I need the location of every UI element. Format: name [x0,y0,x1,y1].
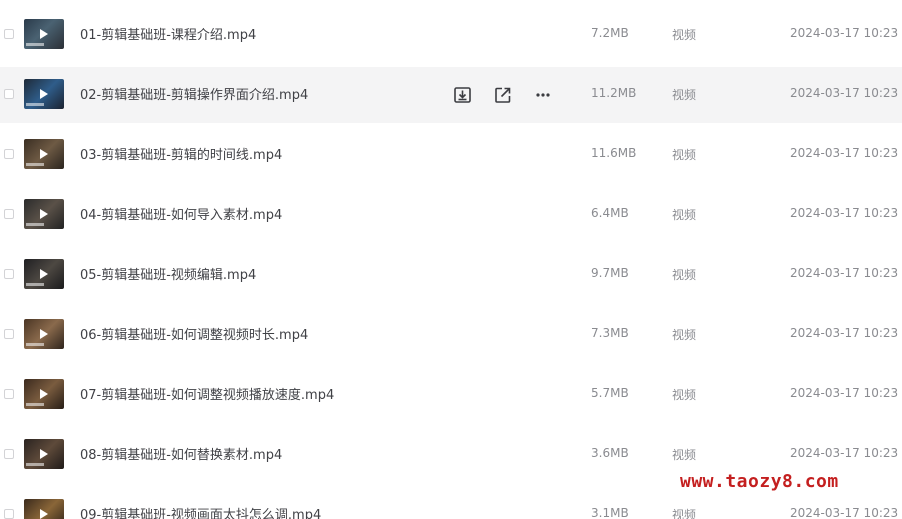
video-thumbnail[interactable] [24,439,64,469]
row-checkbox[interactable] [4,209,14,219]
file-type: 视频 [672,88,697,102]
play-icon [40,149,48,159]
thumbnail-caption-bar [26,283,44,286]
file-row[interactable]: 04-剪辑基础班-如何导入素材.mp4 6.4MB 视频 2024-03-17 … [0,187,902,243]
file-name[interactable]: 04-剪辑基础班-如何导入素材.mp4 [80,204,282,223]
thumbnail-caption-bar [26,103,44,106]
file-name[interactable]: 07-剪辑基础班-如何调整视频播放速度.mp4 [80,384,334,403]
video-thumbnail[interactable] [24,79,64,109]
video-thumbnail[interactable] [24,19,64,49]
row-checkbox[interactable] [4,149,14,159]
row-checkbox[interactable] [4,449,14,459]
video-thumbnail[interactable] [24,259,64,289]
file-type: 视频 [672,448,697,462]
play-icon [40,209,48,219]
thumbnail-caption-bar [26,43,44,46]
file-name[interactable]: 06-剪辑基础班-如何调整视频时长.mp4 [80,324,308,343]
file-size: 3.6MB [591,446,629,460]
file-row[interactable]: 02-剪辑基础班-剪辑操作界面介绍.mp4 11.2MB 视频 2024-03-… [0,67,902,123]
thumbnail-caption-bar [26,163,44,166]
file-size: 6.4MB [591,206,629,220]
video-thumbnail[interactable] [24,379,64,409]
file-modified-time: 2024-03-17 10:23 [790,386,899,400]
video-thumbnail[interactable] [24,499,64,519]
file-modified-time: 2024-03-17 10:23 [790,266,899,280]
video-thumbnail[interactable] [24,139,64,169]
file-size: 7.2MB [591,26,629,40]
file-row[interactable]: 06-剪辑基础班-如何调整视频时长.mp4 7.3MB 视频 2024-03-1… [0,307,902,363]
row-checkbox[interactable] [4,269,14,279]
share-icon[interactable] [493,85,513,105]
file-row[interactable]: 05-剪辑基础班-视频编辑.mp4 9.7MB 视频 2024-03-17 10… [0,247,902,303]
file-size: 7.3MB [591,326,629,340]
file-type: 视频 [672,208,697,222]
file-modified-time: 2024-03-17 10:23 [790,146,899,160]
play-icon [40,329,48,339]
download-icon[interactable] [453,85,473,105]
file-modified-time: 2024-03-17 10:23 [790,506,899,519]
file-size: 9.7MB [591,266,629,280]
video-thumbnail[interactable] [24,319,64,349]
file-size: 3.1MB [591,506,629,519]
file-row[interactable]: 07-剪辑基础班-如何调整视频播放速度.mp4 5.7MB 视频 2024-03… [0,367,902,423]
play-icon [40,89,48,99]
row-checkbox[interactable] [4,89,14,99]
row-checkbox[interactable] [4,389,14,399]
play-icon [40,509,48,519]
file-modified-time: 2024-03-17 10:23 [790,326,899,340]
thumbnail-caption-bar [26,403,44,406]
file-modified-time: 2024-03-17 10:23 [790,26,899,40]
file-name[interactable]: 09-剪辑基础班-视频画面太抖怎么调.mp4 [80,504,321,519]
thumbnail-caption-bar [26,463,44,466]
file-type: 视频 [672,328,697,342]
file-modified-time: 2024-03-17 10:23 [790,86,899,100]
row-checkbox[interactable] [4,509,14,519]
file-type: 视频 [672,268,697,282]
file-type: 视频 [672,508,697,519]
file-size: 11.2MB [591,86,637,100]
file-row[interactable]: 03-剪辑基础班-剪辑的时间线.mp4 11.6MB 视频 2024-03-17… [0,127,902,183]
play-icon [40,29,48,39]
file-row[interactable]: 01-剪辑基础班-课程介绍.mp4 7.2MB 视频 2024-03-17 10… [0,7,902,63]
file-type: 视频 [672,28,697,42]
file-name[interactable]: 03-剪辑基础班-剪辑的时间线.mp4 [80,144,282,163]
file-name[interactable]: 05-剪辑基础班-视频编辑.mp4 [80,264,256,283]
row-checkbox[interactable] [4,329,14,339]
row-checkbox[interactable] [4,29,14,39]
file-modified-time: 2024-03-17 10:23 [790,446,899,460]
video-thumbnail[interactable] [24,199,64,229]
thumbnail-caption-bar [26,223,44,226]
file-name[interactable]: 08-剪辑基础班-如何替换素材.mp4 [80,444,282,463]
file-size: 11.6MB [591,146,637,160]
play-icon [40,269,48,279]
play-icon [40,389,48,399]
watermark: www.taozy8.com [680,471,839,492]
file-size: 5.7MB [591,386,629,400]
file-type: 视频 [672,388,697,402]
file-name[interactable]: 01-剪辑基础班-课程介绍.mp4 [80,24,256,43]
file-list: 01-剪辑基础班-课程介绍.mp4 7.2MB 视频 2024-03-17 10… [0,0,902,519]
more-icon[interactable] [533,85,553,105]
thumbnail-caption-bar [26,343,44,346]
play-icon [40,449,48,459]
file-name[interactable]: 02-剪辑基础班-剪辑操作界面介绍.mp4 [80,84,308,103]
file-type: 视频 [672,148,697,162]
file-modified-time: 2024-03-17 10:23 [790,206,899,220]
